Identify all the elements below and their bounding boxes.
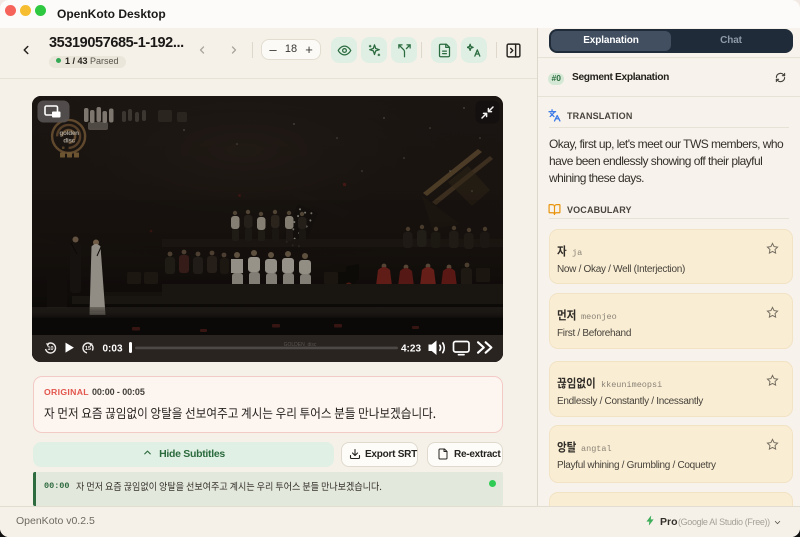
svg-text:10: 10 xyxy=(48,346,54,352)
svg-text:15: 15 xyxy=(85,346,91,352)
svg-text:0:03: 0:03 xyxy=(102,343,122,354)
svg-text:4:23: 4:23 xyxy=(401,343,421,354)
